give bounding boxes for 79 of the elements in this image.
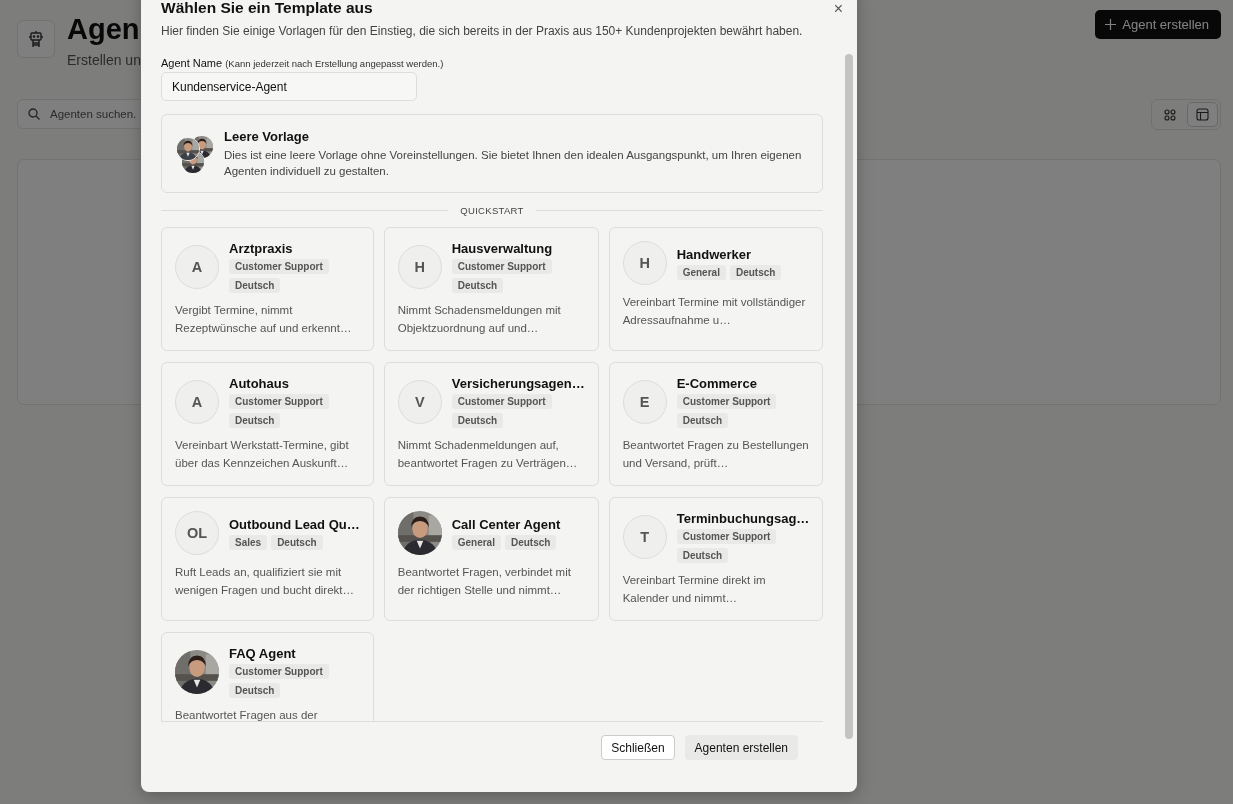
table-icon — [1196, 108, 1209, 121]
dialog-title: Wählen Sie ein Template aus — [161, 0, 373, 16]
template-description: Dies ist eine leere Vorlage ohne Voreinstellungen. Sie bietet Ihnen den idealen Ausgangspunkt, um Ihren eigenen Agenten individuell zu gestalten. — [224, 148, 803, 179]
tag: Deutsch — [676, 413, 729, 428]
avatar-initials: E — [622, 380, 667, 424]
template-card[interactable]: A Arztpraxis Customer Support Deutsch Vergibt Termine, nimmt Rezeptwünsche auf und erkennt… — [161, 227, 374, 351]
avatar-initials: V — [397, 380, 442, 424]
page-title: Agen — [67, 12, 141, 46]
template-title: E-Commerce — [676, 376, 758, 391]
view-toggle-button[interactable] — [1187, 102, 1218, 127]
field-label: Agent Name (Kann jederzeit nach Erstellung angepasst werden.) — [161, 57, 445, 69]
avatar-initials: H — [622, 241, 667, 285]
template-description: Vereinbart Termine direkt im Kalender und nimmt… — [622, 573, 767, 606]
tag: Customer Support — [229, 664, 329, 679]
tag: Deutsch — [729, 264, 782, 280]
tag: Deutsch — [451, 413, 504, 428]
template-title: Handwerker — [676, 246, 753, 262]
blank-template-card[interactable]: Leere Vorlage Dies ist eine leere Vorlage ohne Voreinstellungen. Sie bietet Ihnen den idealen Ausgangspunkt, um Ihren eigenen Agenten individuell zu gestalten. — [161, 114, 823, 193]
close-button[interactable]: × — [833, 2, 843, 16]
page-subtitle: Erstellen un — [67, 52, 141, 68]
grid-icon — [1163, 108, 1176, 121]
template-card[interactable]: E E-Commerce Customer Support Deutsch Beantwortet Fragen zu Bestellungen und Versand, prüft… — [608, 362, 823, 486]
tag: Deutsch — [229, 278, 281, 293]
template-title: Autohaus — [229, 376, 290, 391]
tag: Sales — [229, 534, 268, 550]
template-card[interactable]: T Terminbuchungsag… Customer Support Deutsch Vereinbart Termine direkt im Kalender und nimmt… — [608, 497, 823, 621]
avatar-initials: A — [175, 245, 219, 289]
create-agent-button[interactable]: Agenten erstellen — [684, 735, 798, 760]
template-title: Terminbuchungsag… — [676, 511, 810, 526]
agent-name-field[interactable]: Kundenservice-Agent — [161, 72, 417, 101]
template-description: Vergibt Termine, nimmt Rezeptwünsche auf und erkennt… — [175, 303, 353, 336]
tag: Deutsch — [229, 683, 281, 698]
avatar-initials: OL — [175, 511, 219, 555]
template-description: Nimmt Schadenmeldungen auf, beantwortet Fragen zu Verträgen… — [397, 438, 579, 471]
template-description: Nimmt Schadensmeldungen mit Objektzuordnung auf und… — [397, 303, 562, 336]
avatar-initials: T — [622, 515, 667, 559]
template-description: Vereinbart Termine mit vollständiger Adressaufnahme u… — [622, 295, 807, 328]
template-card[interactable]: V Versicherungsagen… Customer Support Deutsch Nimmt Schadenmeldungen auf, beantwortet Fragen zu Verträgen… — [383, 362, 599, 486]
template-title: FAQ Agent — [229, 646, 297, 661]
template-card[interactable]: OL Outbound Lead Qu… Sales Deutsch Ruft Leads an, qualifiziert sie mit wenigen Fragen und bucht direkt… — [161, 497, 374, 621]
tag: General — [676, 264, 726, 280]
template-title: Versicherungsagen… — [451, 376, 585, 391]
create-agent-button[interactable]: Agent erstellen — [1095, 10, 1221, 39]
template-description: Vereinbart Werkstatt-Termine, gibt über das Kennzeichen Auskunft… — [175, 438, 350, 471]
tag: General — [451, 534, 501, 550]
avatar-initials: A — [175, 380, 219, 424]
tag: Customer Support — [229, 394, 329, 409]
close-dialog-button[interactable]: Schließen — [601, 735, 675, 760]
dialog-description: Hier finden Sie einige Vorlagen für den Einstieg, die sich bereits in der Praxis aus 150+ Kundenprojekten bewährt haben. — [161, 24, 804, 38]
template-title: Arztpraxis — [229, 241, 294, 256]
tag: Customer Support — [451, 259, 552, 274]
search-icon — [28, 108, 40, 120]
robot-icon — [17, 20, 55, 58]
scrollbar[interactable] — [845, 54, 853, 739]
tag: Customer Support — [451, 394, 552, 409]
template-card[interactable]: Call Center Agent General Deutsch Beantwortet Fragen, verbindet mit der richtigen Stelle und nimmt… — [383, 497, 599, 621]
template-title: Leere Vorlage — [224, 129, 311, 144]
template-title: Hausverwaltung — [451, 241, 554, 256]
tag: Deutsch — [504, 534, 557, 550]
template-title: Outbound Lead Qu… — [229, 516, 360, 532]
tag: Customer Support — [229, 259, 329, 274]
tag: Deutsch — [451, 278, 504, 293]
tag: Deutsch — [271, 534, 323, 550]
template-card[interactable]: H Handwerker General Deutsch Vereinbart Termine mit vollständiger Adressaufnahme u… — [608, 227, 823, 351]
template-title: Call Center Agent — [451, 516, 561, 532]
template-description: Ruft Leads an, qualifiziert sie mit wenigen Fragen und bucht direkt… — [175, 565, 355, 598]
section-label: QUICKSTART — [460, 205, 524, 216]
plus-icon — [1105, 19, 1117, 30]
template-description: Beantwortet Fragen, verbindet mit der richtigen Stelle und nimmt… — [397, 565, 572, 598]
tag: Customer Support — [676, 394, 777, 409]
template-card[interactable]: H Hausverwaltung Customer Support Deutsch Nimmt Schadensmeldungen mit Objektzuordnung auf und… — [383, 227, 599, 351]
avatar-initials: H — [397, 245, 442, 289]
template-description: Beantwortet Fragen zu Bestellungen und Versand, prüft… — [622, 438, 810, 471]
tag: Deutsch — [676, 548, 729, 563]
tag: Deutsch — [229, 413, 281, 428]
template-card[interactable]: A Autohaus Customer Support Deutsch Vereinbart Werkstatt-Termine, gibt über das Kennzeichen Auskunft… — [161, 362, 374, 486]
template-description: Beantwortet Fragen aus der — [175, 708, 319, 721]
template-card[interactable]: FAQ Agent Customer Support Deutsch Beantwortet Fragen aus der — [161, 632, 374, 721]
tag: Customer Support — [676, 529, 777, 544]
